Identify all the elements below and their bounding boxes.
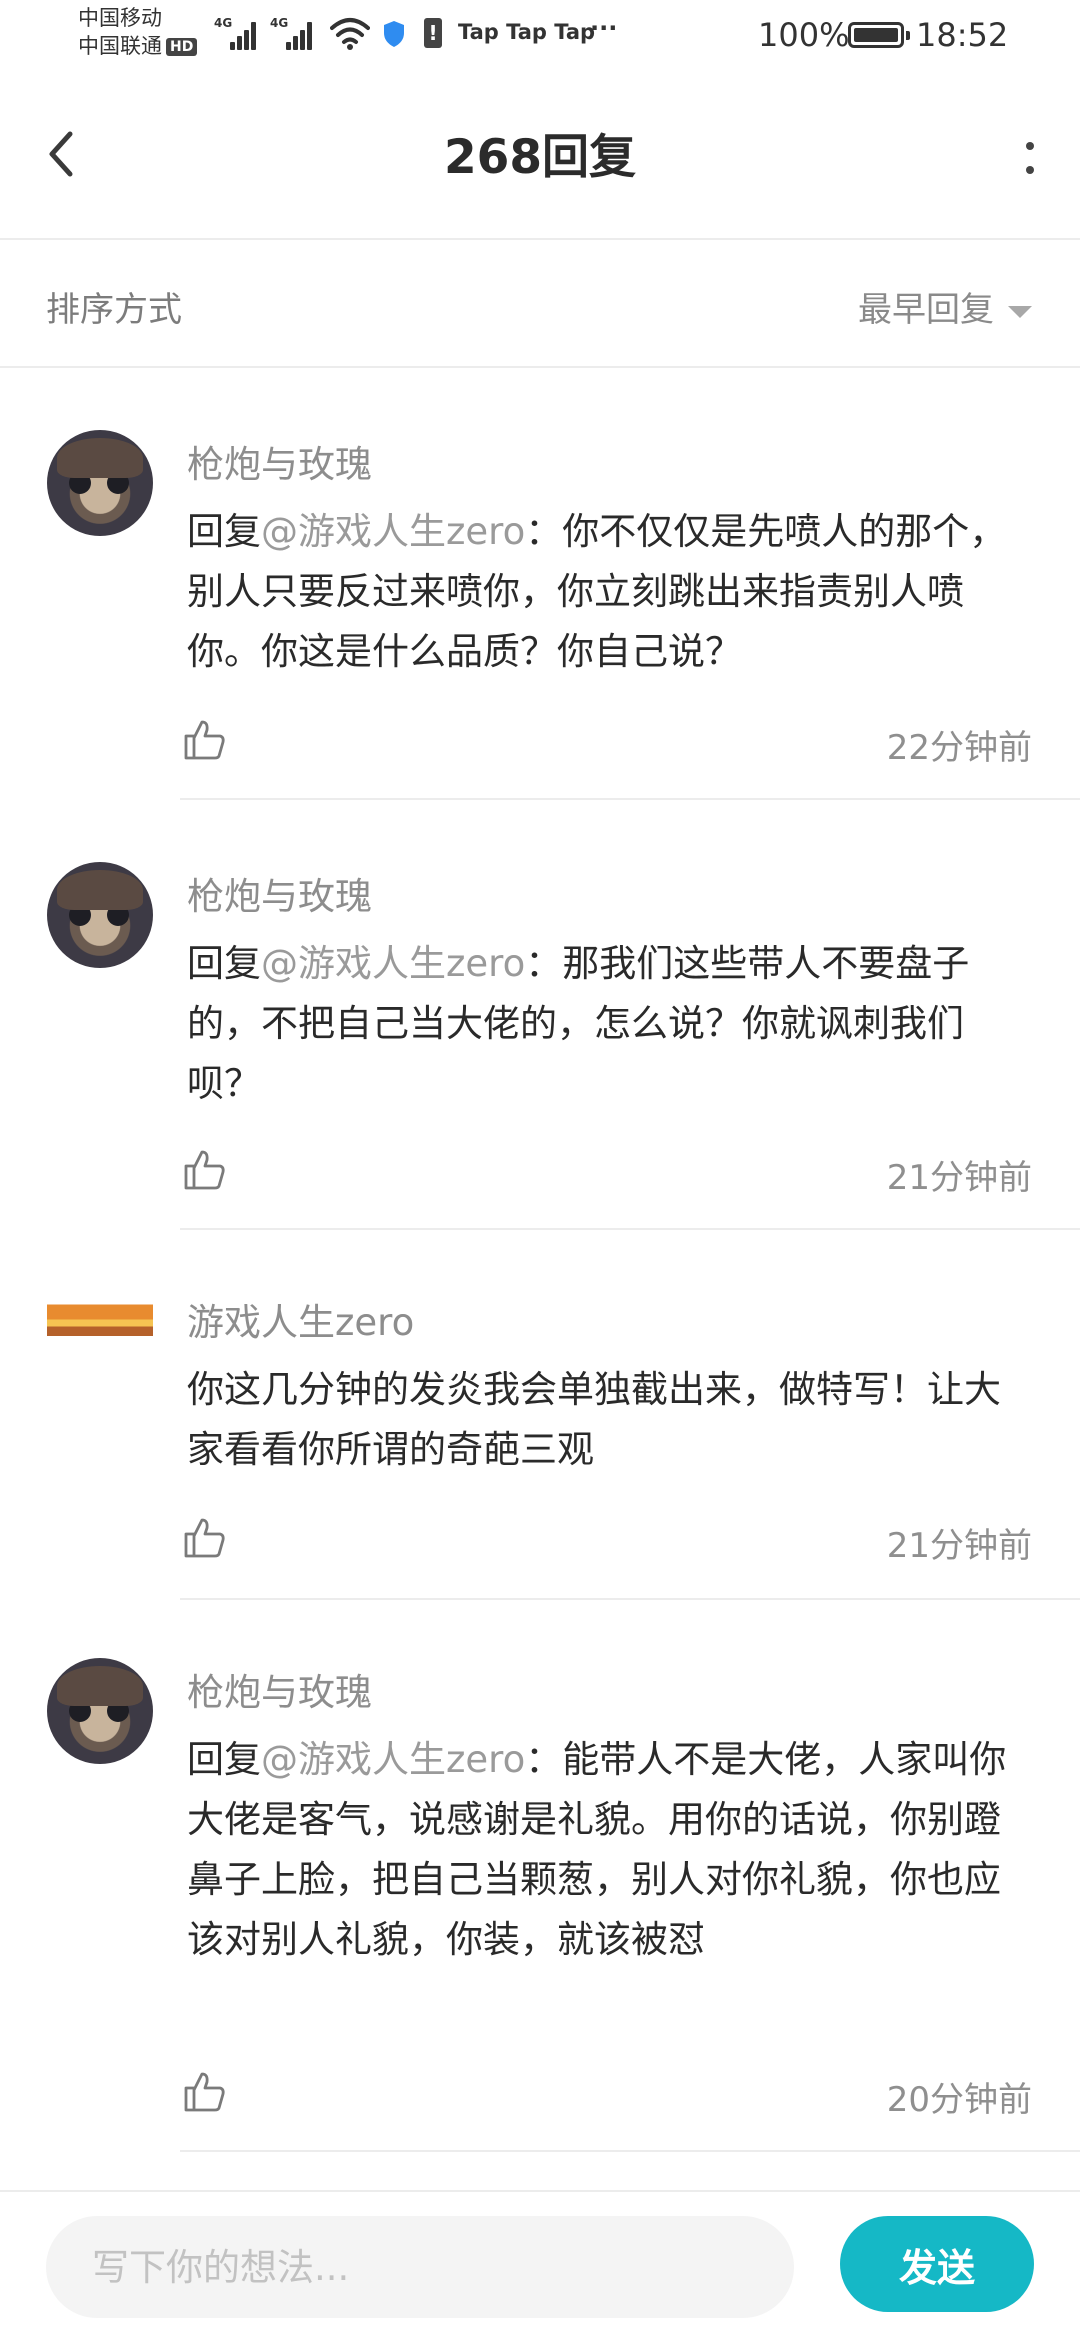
- sort-label: 排序方式: [46, 290, 182, 330]
- comment-text: 回复@游戏人生zero：你不仅仅是先喷人的那个，别人只要反过来喷你，你立刻跳出来…: [187, 502, 1037, 682]
- reply-prefix: 回复: [187, 1738, 261, 1781]
- reply-separator: ：: [525, 510, 563, 553]
- clock: 18:52: [916, 16, 1009, 54]
- thumbs-up-icon[interactable]: [182, 718, 226, 762]
- comment-time: 21分钟前: [886, 1158, 1032, 1198]
- comment-input[interactable]: [46, 2216, 794, 2318]
- signal-icon: 4G: [214, 16, 258, 50]
- mention-link[interactable]: @游戏人生zero: [261, 1738, 525, 1781]
- sort-bar: 排序方式 最早回复: [0, 240, 1080, 368]
- vertical-dots-icon[interactable]: [1010, 128, 1050, 188]
- carrier-1: 中国移动: [78, 6, 162, 30]
- network-type-2: 4G: [270, 16, 289, 30]
- mention-link[interactable]: @游戏人生zero: [261, 942, 525, 985]
- comment-time: 20分钟前: [886, 2080, 1032, 2120]
- comment-text: 回复@游戏人生zero：能带人不是大佬，人家叫你大佬是客气，说感谢是礼貌。用你的…: [187, 1730, 1037, 1970]
- comment-time: 21分钟前: [886, 1526, 1032, 1566]
- comment-text: 回复@游戏人生zero：那我们这些带人不要盘子的，不把自己当大佬的，怎么说？你就…: [187, 934, 1037, 1114]
- comment-username[interactable]: 枪炮与玫瑰: [187, 866, 372, 920]
- avatar[interactable]: [47, 1290, 153, 1356]
- carrier-info: 中国移动 中国联通 HD: [78, 4, 198, 60]
- reply-prefix: 回复: [187, 510, 261, 553]
- comment-time: 22分钟前: [886, 728, 1032, 768]
- comment-username[interactable]: 枪炮与玫瑰: [187, 434, 372, 488]
- alert-icon: !: [424, 18, 442, 48]
- send-button[interactable]: 发送: [840, 2216, 1034, 2312]
- hd-badge: HD: [166, 38, 198, 56]
- more-notifications-icon: ···: [590, 14, 618, 42]
- comment-username[interactable]: 游戏人生zero: [187, 1292, 414, 1346]
- reply-separator: ：: [525, 942, 563, 985]
- thumbs-up-icon[interactable]: [182, 2070, 226, 2114]
- thumbs-up-icon[interactable]: [182, 1516, 226, 1560]
- comment-username[interactable]: 枪炮与玫瑰: [187, 1662, 372, 1716]
- signal-icon: 4G: [270, 16, 314, 50]
- comment-item: 枪炮与玫瑰 回复@游戏人生zero：你不仅仅是先喷人的那个，别人只要反过来喷你，…: [0, 366, 1080, 800]
- comment-item: 游戏人生zero 你这几分钟的发炎我会单独截出来，做特写！让大家看看你所谓的奇葩…: [0, 1230, 1080, 1600]
- app-header: 268回复: [0, 76, 1080, 240]
- page-title: 268回复: [443, 130, 637, 185]
- comment-item: 枪炮与玫瑰 回复@游戏人生zero：那我们这些带人不要盘子的，不把自己当大佬的，…: [0, 800, 1080, 1230]
- divider: [180, 2150, 1080, 2152]
- thumbs-up-icon[interactable]: [182, 1148, 226, 1192]
- caret-down-icon: [1008, 305, 1032, 318]
- battery-icon: [848, 22, 910, 48]
- notification-text: Tap Tap Tap: [458, 20, 596, 44]
- wifi-icon: [330, 18, 370, 50]
- avatar[interactable]: [47, 430, 153, 536]
- battery-fill: [854, 28, 898, 42]
- avatar[interactable]: [47, 862, 153, 968]
- reply-prefix: 回复: [187, 942, 261, 985]
- shield-icon: [384, 21, 404, 47]
- status-bar: 中国移动 中国联通 HD 4G 4G ! Tap Tap Tap ··· 100%…: [0, 0, 1080, 76]
- network-type-1: 4G: [214, 16, 233, 30]
- mention-link[interactable]: @游戏人生zero: [261, 510, 525, 553]
- battery-percent: 100%: [758, 16, 850, 54]
- avatar[interactable]: [47, 1658, 153, 1764]
- reply-separator: ：: [525, 1738, 563, 1781]
- comment-input-bar: 发送: [0, 2190, 1080, 2342]
- sort-selected-value: 最早回复: [858, 290, 994, 330]
- comment-text: 你这几分钟的发炎我会单独截出来，做特写！让大家看看你所谓的奇葩三观: [187, 1368, 1001, 1471]
- comment-item: 枪炮与玫瑰 回复@游戏人生zero：能带人不是大佬，人家叫你大佬是客气，说感谢是…: [0, 1600, 1080, 2152]
- sort-dropdown[interactable]: 最早回复: [858, 282, 1032, 331]
- carrier-2: 中国联通: [78, 34, 162, 58]
